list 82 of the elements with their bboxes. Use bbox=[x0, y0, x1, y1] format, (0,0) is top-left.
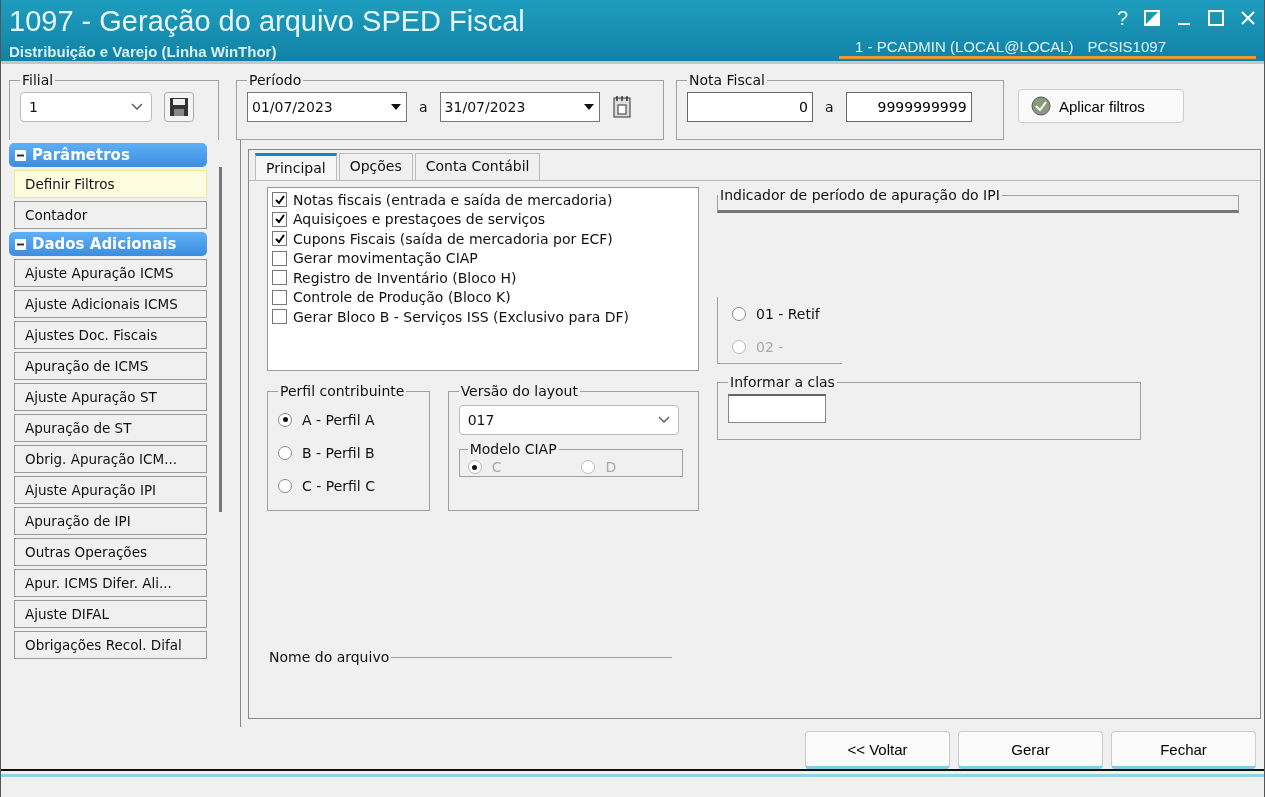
checkbox-label: Cupons Fiscais (saída de mercadoria por ECF) bbox=[293, 230, 613, 247]
group-label: Versão do layout bbox=[459, 383, 579, 399]
sidebar-item[interactable]: Outras Operações bbox=[14, 538, 207, 566]
checkbox[interactable] bbox=[272, 211, 287, 227]
radio-label: B - Perfil B bbox=[302, 444, 375, 461]
apply-filters-button[interactable]: Aplicar filtros bbox=[1018, 89, 1184, 123]
group-label: Nota Fiscal bbox=[688, 72, 766, 88]
restore-icon[interactable] bbox=[1144, 10, 1160, 26]
checkbox[interactable] bbox=[272, 289, 287, 305]
checkbox-label: Controle de Produção (Bloco K) bbox=[293, 289, 511, 306]
sidebar-item[interactable]: Apur. ICMS Difer. Ali... bbox=[14, 569, 207, 597]
radio-label: 02 - bbox=[756, 338, 784, 355]
layout-dropdown[interactable]: 017 bbox=[458, 405, 679, 435]
tab[interactable]: Conta Contábil bbox=[414, 153, 541, 180]
sidebar-item[interactable]: Ajuste DIFAL bbox=[14, 600, 207, 628]
sidebar-item[interactable]: Contador bbox=[14, 201, 207, 229]
program-label: PCSIS1097 bbox=[1087, 38, 1166, 55]
group-label: Filial bbox=[21, 72, 55, 88]
checkbox[interactable] bbox=[272, 270, 287, 286]
sidebar-item[interactable]: Ajuste Apuração ST bbox=[14, 383, 207, 411]
scrollbar[interactable] bbox=[219, 167, 222, 512]
group-label: Informar a clas bbox=[729, 374, 836, 390]
radio-button[interactable] bbox=[278, 412, 292, 427]
checkbox[interactable] bbox=[272, 192, 287, 208]
dropdown-arrow-icon[interactable] bbox=[583, 104, 594, 110]
sidebar-item[interactable]: Definir Filtros bbox=[14, 170, 207, 198]
sidebar-item[interactable]: Apuração de ST bbox=[14, 414, 207, 442]
checkbox-label: Notas fiscais (entrada e saída de mercadoria) bbox=[293, 191, 613, 208]
collapse-icon[interactable] bbox=[15, 238, 26, 250]
checkbox[interactable] bbox=[272, 231, 287, 247]
sidebar-item[interactable]: Obrigações Recol. Difal bbox=[14, 631, 207, 659]
checkbox[interactable] bbox=[272, 250, 287, 266]
checkbox-label: Gerar Bloco B - Serviços ISS (Exclusivo para DF) bbox=[293, 308, 629, 325]
date-field[interactable]: 01/07/2023 bbox=[247, 92, 407, 122]
maximize-icon[interactable] bbox=[1208, 10, 1224, 26]
tab[interactable]: Principal bbox=[255, 153, 337, 180]
radio-button[interactable] bbox=[732, 306, 746, 321]
action-button[interactable]: Gerar bbox=[958, 731, 1103, 769]
action-button[interactable]: Fechar bbox=[1111, 731, 1256, 769]
radio-label: A - Perfil A bbox=[302, 411, 375, 428]
radio-label: C bbox=[491, 459, 502, 475]
radio-label: D bbox=[605, 459, 617, 475]
radio-button[interactable] bbox=[278, 445, 292, 460]
group-label: Perfil contribuinte bbox=[279, 383, 406, 399]
sidebar-item[interactable]: Ajuste Adicionais ICMS bbox=[14, 290, 207, 318]
sidebar-item[interactable]: Apuração de IPI bbox=[14, 507, 207, 535]
chevron-down-icon bbox=[131, 103, 143, 111]
group-label: Modelo CIAP bbox=[468, 441, 558, 457]
date-field[interactable]: 31/07/2023 bbox=[439, 92, 600, 122]
radio-label: 01 - Retif bbox=[756, 305, 820, 322]
radio-button[interactable] bbox=[278, 478, 292, 493]
calendar-icon[interactable] bbox=[611, 95, 632, 119]
invoice-from-field[interactable]: 0 bbox=[687, 92, 813, 122]
window-title: 1097 - Geração do arquivo SPED Fiscal bbox=[9, 4, 525, 38]
chevron-down-icon bbox=[657, 416, 670, 424]
close-icon[interactable] bbox=[1240, 10, 1256, 26]
range-separator: a bbox=[419, 99, 428, 115]
window-subtitle: Distribuição e Varejo (Linha WinThor) bbox=[9, 43, 278, 60]
check-icon bbox=[1031, 96, 1051, 116]
sidebar-item[interactable]: Ajustes Doc. Fiscais bbox=[14, 321, 207, 349]
dropdown-arrow-icon[interactable] bbox=[391, 104, 401, 110]
checkbox-label: Registro de Inventário (Bloco H) bbox=[293, 269, 517, 286]
invoice-to-field[interactable]: 9999999999 bbox=[845, 92, 972, 122]
checkbox[interactable] bbox=[272, 309, 287, 325]
range-separator: a bbox=[825, 99, 834, 115]
user-label: 1 - PCADMIN (LOCAL@LOCAL) bbox=[855, 38, 1074, 55]
group-label: Nome do arquivo bbox=[268, 649, 391, 665]
sidebar-item[interactable]: Apuração de ICMS bbox=[14, 352, 207, 380]
action-button[interactable]: << Voltar bbox=[805, 731, 950, 769]
checkbox-label: Aquisiçoes e prestaçoes de serviços bbox=[293, 211, 546, 228]
save-icon[interactable] bbox=[164, 92, 194, 122]
sidebar-item[interactable]: Ajuste Apuração ICMS bbox=[14, 259, 207, 287]
group-label: Período bbox=[248, 72, 303, 88]
checkbox-label: Gerar movimentação CIAP bbox=[293, 250, 478, 267]
tab[interactable]: Opções bbox=[338, 153, 413, 180]
sidebar-item[interactable]: Ajuste Apuração IPI bbox=[14, 476, 207, 504]
classification-field[interactable] bbox=[728, 394, 826, 423]
group-label: Indicador de período de apuração do IPI bbox=[719, 187, 1001, 203]
collapse-icon[interactable] bbox=[15, 149, 26, 161]
filial-dropdown[interactable]: 1 bbox=[20, 92, 152, 122]
sidebar-item[interactable]: Obrig. Apuração ICM... bbox=[14, 445, 207, 473]
radio-label: C - Perfil C bbox=[302, 477, 375, 494]
